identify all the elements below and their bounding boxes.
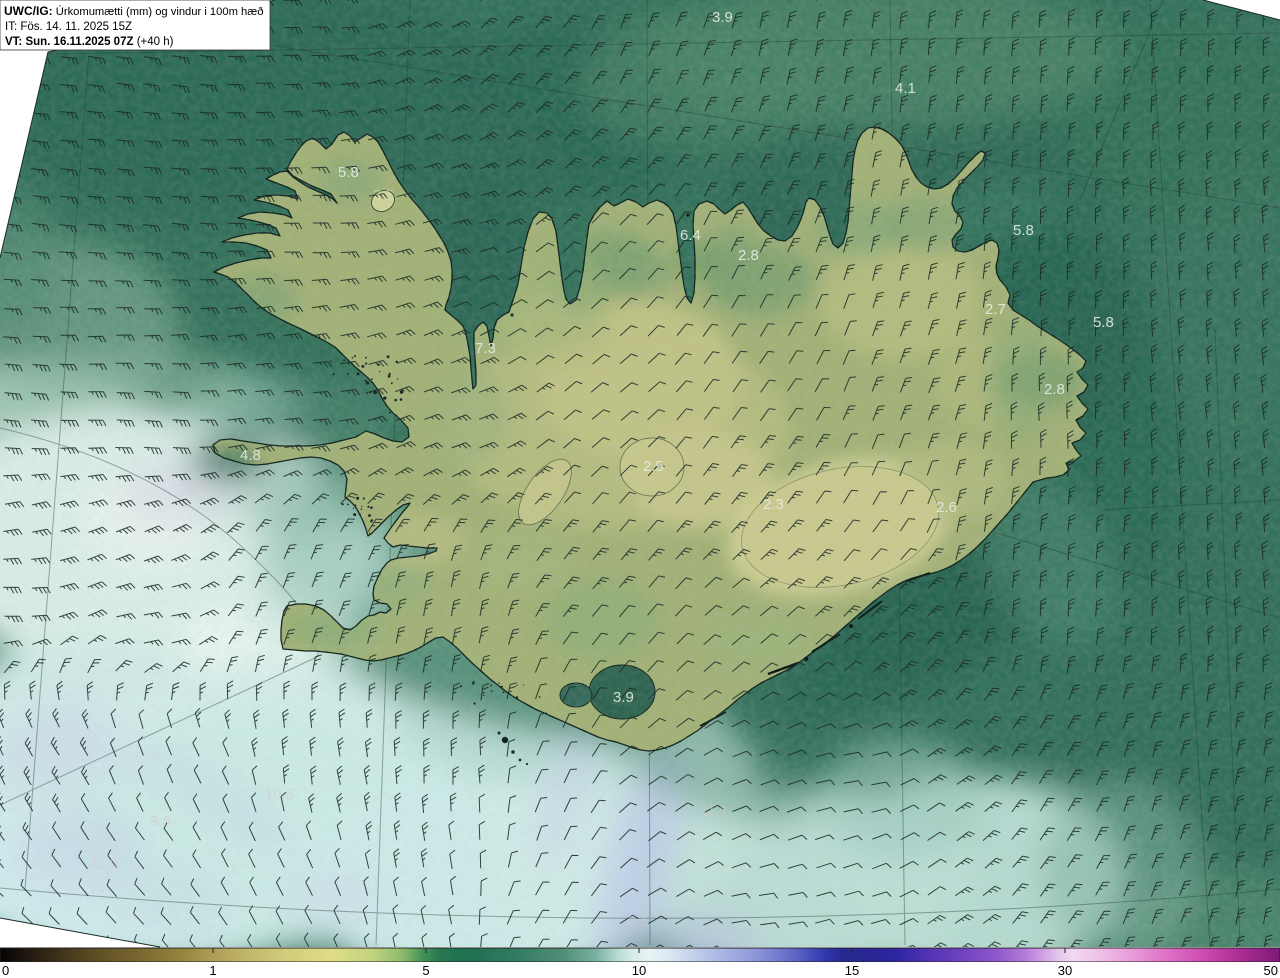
svg-text:3.9: 3.9 [712, 9, 733, 26]
svg-text:9.6: 9.6 [150, 813, 171, 830]
svg-text:9.1: 9.1 [628, 913, 649, 930]
svg-text:0: 0 [2, 963, 9, 978]
svg-text:15: 15 [845, 963, 859, 978]
svg-text:VT: Sun. 16.11.2025 07Z (+40 h: VT: Sun. 16.11.2025 07Z (+40 h) [5, 36, 174, 48]
svg-text:7.3: 7.3 [475, 340, 496, 357]
svg-text:2.5: 2.5 [643, 458, 664, 475]
svg-text:1: 1 [209, 963, 216, 978]
svg-text:UWC/IG: Úrkomumætti (mm) og vi: UWC/IG: Úrkomumætti (mm) og vindur i 100… [4, 4, 263, 18]
svg-text:5.8: 5.8 [1093, 314, 1114, 331]
svg-text:30: 30 [1058, 963, 1072, 978]
svg-text:5.8: 5.8 [1013, 222, 1034, 239]
svg-text:5: 5 [422, 963, 429, 978]
svg-text:2.7: 2.7 [985, 301, 1006, 318]
svg-text:11.0: 11.0 [90, 855, 118, 872]
svg-text:3.9: 3.9 [613, 689, 634, 706]
svg-text:50: 50 [1264, 963, 1278, 978]
svg-text:11.1: 11.1 [700, 803, 728, 820]
svg-text:2.8: 2.8 [738, 247, 759, 264]
svg-text:3.5: 3.5 [373, 187, 394, 204]
svg-text:IT: Fös. 14. 11. 2025 15Z: IT: Fös. 14. 11. 2025 15Z [5, 21, 132, 33]
svg-text:10.7: 10.7 [180, 480, 209, 497]
svg-text:2.3: 2.3 [763, 496, 784, 513]
svg-text:5.8: 5.8 [338, 164, 359, 181]
svg-text:4.8: 4.8 [240, 447, 261, 464]
svg-text:10.5: 10.5 [265, 786, 294, 803]
svg-text:2.6: 2.6 [936, 499, 957, 516]
svg-text:10: 10 [632, 963, 646, 978]
svg-text:2.8: 2.8 [1044, 381, 1065, 398]
svg-text:6.4: 6.4 [680, 227, 701, 244]
svg-text:4.1: 4.1 [895, 80, 916, 97]
